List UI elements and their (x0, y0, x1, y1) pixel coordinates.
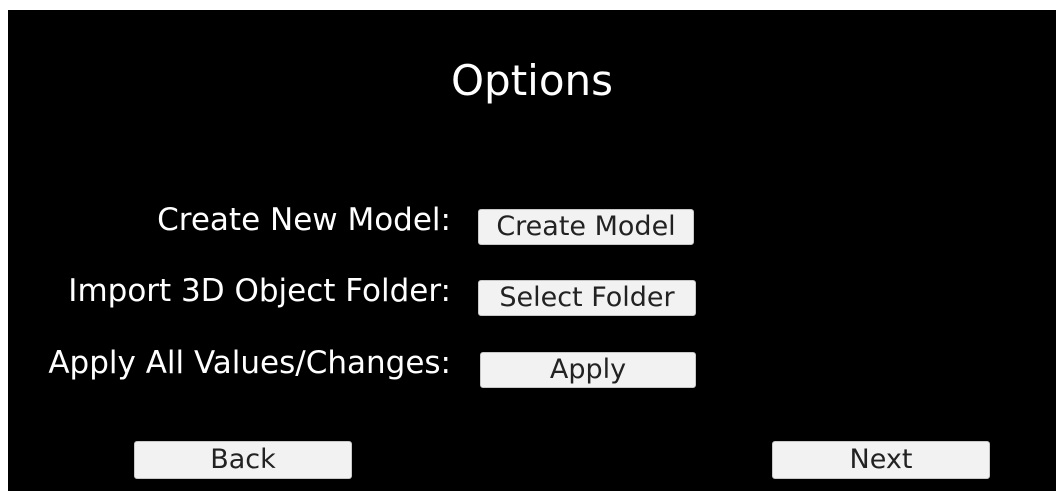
create-new-model-label: Create New Model: (157, 202, 451, 238)
apply-all-values-label: Apply All Values/Changes: (48, 345, 451, 381)
create-model-button[interactable]: Create Model (478, 209, 694, 245)
back-button[interactable]: Back (134, 441, 352, 479)
import-3d-object-folder-label: Import 3D Object Folder: (68, 273, 451, 309)
page-title: Options (450, 56, 614, 105)
options-panel: Options Create New Model: Create Model I… (8, 10, 1056, 491)
apply-button[interactable]: Apply (480, 352, 696, 388)
next-button[interactable]: Next (772, 441, 990, 479)
select-folder-button[interactable]: Select Folder (478, 280, 696, 316)
